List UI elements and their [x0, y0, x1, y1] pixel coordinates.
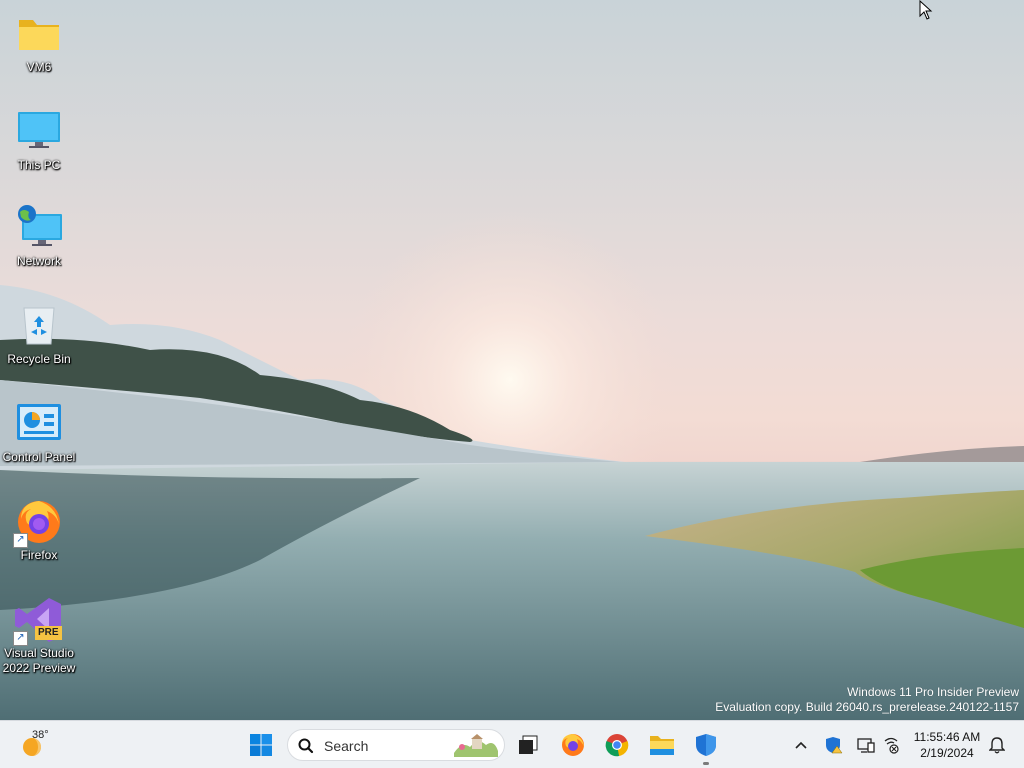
active-app-indicator [703, 762, 709, 765]
desktop-icon-network[interactable]: Network [0, 204, 78, 269]
desktop-icon-this-pc[interactable]: This PC [0, 108, 78, 173]
weather-widget[interactable]: 38° [14, 727, 54, 763]
search-placeholder: Search [324, 738, 369, 754]
control-panel-icon [15, 400, 63, 448]
tray-security-icon-button[interactable] [823, 727, 845, 763]
computer-icon [15, 108, 63, 156]
firefox-icon [562, 734, 584, 756]
folder-icon [15, 10, 63, 58]
taskbar-windows-security[interactable] [689, 727, 723, 763]
desktop-icon-label: Recycle Bin [7, 352, 71, 366]
desktop-wallpaper [0, 0, 1024, 720]
tray-network-volume-button[interactable] [880, 727, 902, 763]
network-disconnected-icon [884, 737, 899, 754]
task-view-icon [519, 735, 538, 754]
desktop-icon-vm6[interactable]: VM6 [0, 10, 78, 75]
desktop-icon-label: VM6 [26, 60, 52, 74]
search-highlight-image-icon [454, 734, 498, 757]
preview-badge: PRE [35, 626, 62, 640]
desktop-icon-label: Visual Studio 2022 Preview [2, 646, 76, 675]
shortcut-arrow-icon: ↗ [13, 533, 28, 548]
evaluation-watermark: Windows 11 Pro Insider Preview Evaluatio… [715, 685, 1019, 715]
search-icon [298, 738, 314, 754]
task-view-button[interactable] [512, 727, 544, 763]
shield-warning-icon [826, 737, 843, 754]
visual-studio-icon: PRE ↗ [13, 596, 63, 646]
chrome-icon [605, 734, 629, 757]
desktop-icon-label: This PC [17, 158, 61, 172]
taskbar: 38° Search 11:55:46 AM 2/19/2024 [0, 720, 1024, 768]
start-button[interactable] [245, 727, 277, 763]
desktop-icon-visual-studio[interactable]: PRE ↗ Visual Studio 2022 Preview [0, 596, 78, 676]
shortcut-arrow-icon: ↗ [13, 631, 28, 646]
desktop-icon-label: Control Panel [2, 450, 76, 464]
taskbar-clock[interactable]: 11:55:46 AM 2/19/2024 [905, 729, 989, 761]
watermark-line-2: Evaluation copy. Build 26040.rs_prerelea… [715, 700, 1019, 714]
firefox-icon: ↗ [13, 498, 63, 548]
display-icon [857, 738, 875, 753]
network-icon [15, 204, 63, 252]
desktop-icon-firefox[interactable]: ↗ Firefox [0, 498, 78, 563]
show-hidden-icons-button[interactable] [790, 727, 812, 763]
taskbar-chrome[interactable] [600, 727, 634, 763]
desktop-icon-recycle-bin[interactable]: Recycle Bin [0, 302, 78, 367]
weather-temperature: 38° [32, 729, 49, 741]
tray-device-icon-button[interactable] [855, 727, 877, 763]
clock-date: 2/19/2024 [920, 746, 974, 760]
desktop-icon-control-panel[interactable]: Control Panel [0, 400, 78, 465]
desktop-icon-label: Firefox [20, 548, 58, 562]
taskbar-firefox[interactable] [556, 727, 590, 763]
taskbar-search-box[interactable]: Search [287, 729, 505, 761]
windows-security-icon [696, 734, 716, 756]
taskbar-file-explorer[interactable] [645, 727, 679, 763]
file-explorer-icon [650, 736, 674, 755]
windows-logo-icon [250, 734, 272, 756]
desktop-icon-label: Network [16, 254, 61, 268]
clock-time: 11:55:46 AM [913, 730, 981, 744]
bell-icon [989, 737, 1005, 754]
notifications-button[interactable] [986, 727, 1008, 763]
watermark-line-1: Windows 11 Pro Insider Preview [847, 685, 1019, 699]
chevron-up-icon [795, 741, 807, 749]
recycle-bin-icon [15, 302, 63, 350]
mouse-cursor-icon [919, 0, 933, 26]
